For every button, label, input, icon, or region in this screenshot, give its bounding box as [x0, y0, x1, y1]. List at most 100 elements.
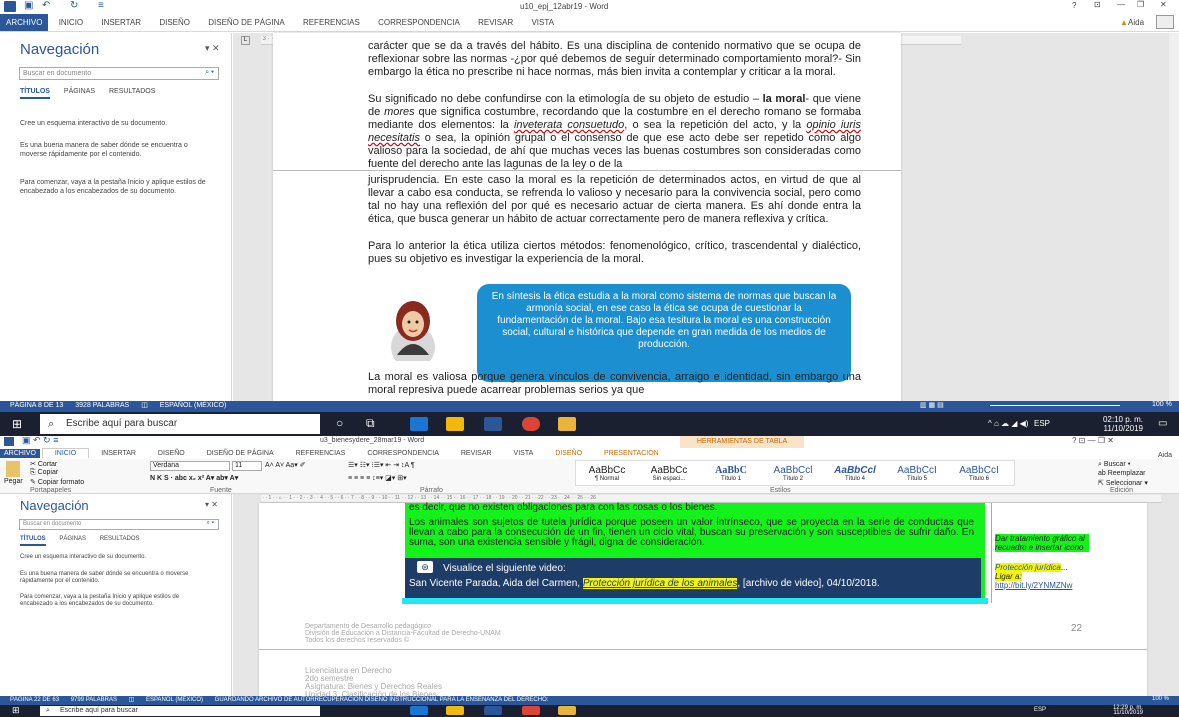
- tab-resultados[interactable]: RESULTADOS: [100, 536, 140, 542]
- word-count[interactable]: 3928 PALABRAS: [75, 402, 129, 409]
- paste-button[interactable]: Pegar: [4, 478, 23, 485]
- nav-search-input[interactable]: Buscar en documento ⌕ ▾: [19, 67, 219, 80]
- style-titulo-1[interactable]: AaBbC Título 1: [700, 465, 762, 482]
- font-name-select[interactable]: Verdana: [150, 461, 230, 471]
- edge-icon[interactable]: [410, 417, 428, 431]
- word-count[interactable]: 9799 PALABRAS: [71, 697, 117, 703]
- language-status[interactable]: ESPAÑOL (MÉXICO): [146, 697, 203, 703]
- read-mode-icon[interactable]: ▥ ▦ ▤: [920, 401, 944, 409]
- nav-search-input[interactable]: Buscar en documento ⌕ ▾: [19, 519, 219, 530]
- tab-table-diseno[interactable]: DISEÑO: [545, 449, 592, 458]
- vertical-scrollbar[interactable]: [1169, 33, 1179, 401]
- explorer-icon[interactable]: [558, 706, 576, 715]
- minimize-icon[interactable]: —: [1117, 0, 1125, 9]
- tab-archivo[interactable]: ARCHIVO: [0, 449, 40, 458]
- save-icon[interactable]: ▣ ↶ ↻ ≡: [22, 436, 58, 446]
- tab-correspondencia[interactable]: CORRESPONDENCIA: [370, 14, 468, 31]
- search-icon[interactable]: ⌕ ▾: [205, 69, 214, 77]
- find-button[interactable]: ⌕ Buscar ▾: [1098, 461, 1131, 469]
- edge-icon[interactable]: [410, 706, 428, 715]
- font-format-buttons[interactable]: N K S · abc x₂ x² A▾ ab▾ A▾: [150, 474, 238, 482]
- tab-resultados[interactable]: RESULTADOS: [109, 88, 155, 95]
- tab-diseno-pagina[interactable]: DISEÑO DE PÁGINA: [200, 14, 292, 31]
- chrome-icon[interactable]: [522, 706, 540, 715]
- word-taskbar-icon[interactable]: [484, 706, 502, 715]
- taskbar-search-input[interactable]: ⌕ Escribe aquí para buscar: [40, 414, 320, 434]
- clock[interactable]: 02:10 p. m. 11/10/2019: [1103, 415, 1143, 433]
- zoom-level[interactable]: 100 %: [1152, 696, 1169, 702]
- tab-selector-icon[interactable]: L: [241, 36, 250, 45]
- note-url[interactable]: http://bit.ly/2YNMZNw: [995, 581, 1072, 590]
- ribbon-display-icon[interactable]: ⊡: [1094, 0, 1101, 9]
- language-status[interactable]: ESPAÑOL (MÉXICO): [160, 402, 227, 409]
- system-tray-icons[interactable]: ^ ⌂ ☁ ◢ ◀): [988, 419, 1028, 428]
- store-icon[interactable]: [446, 417, 464, 431]
- notifications-icon[interactable]: ▭: [1158, 418, 1167, 429]
- tab-paginas[interactable]: PÁGINAS: [59, 536, 86, 542]
- store-icon[interactable]: [446, 706, 464, 715]
- document-page[interactable]: carácter que se da a través del hábito. …: [273, 33, 901, 401]
- chrome-icon[interactable]: [522, 417, 540, 431]
- help-icon[interactable]: ?: [1072, 1, 1076, 10]
- page-count[interactable]: PÁGINA 8 DE 13: [10, 402, 63, 409]
- zoom-slider[interactable]: [990, 405, 1120, 406]
- tab-referencias[interactable]: REFERENCIAS: [286, 449, 356, 458]
- tab-titulos[interactable]: TÍTULOS: [20, 536, 46, 546]
- redo-icon[interactable]: ↻: [70, 0, 78, 11]
- input-language[interactable]: ESP: [1034, 707, 1046, 713]
- cortana-icon[interactable]: ○: [336, 416, 343, 430]
- proofing-icon[interactable]: ◫: [129, 697, 135, 703]
- align-buttons[interactable]: ≡ ≡ ≡ ≡ ↕≡▾ ◪▾ ⊞▾: [348, 474, 407, 482]
- list-buttons[interactable]: ☰▾ ☷▾ ⁝☰▾ ⇤ ⇥ ↕A ¶: [348, 461, 415, 469]
- tab-archivo[interactable]: ARCHIVO: [0, 14, 49, 31]
- font-size-select[interactable]: 11: [232, 461, 262, 471]
- cut-button[interactable]: ✂ Cortar: [30, 460, 57, 468]
- paste-icon[interactable]: [6, 461, 20, 477]
- styles-gallery[interactable]: AaBbCc ¶ Normal AaBbCc Sin espaci... AaBbC…: [575, 460, 1015, 486]
- save-icon[interactable]: ▣: [24, 0, 33, 11]
- undo-icon[interactable]: ↶: [42, 0, 50, 11]
- tab-insertar[interactable]: INSERTAR: [91, 449, 146, 458]
- style-normal[interactable]: AaBbCc ¶ Normal: [576, 465, 638, 482]
- task-view-icon[interactable]: ⧉: [366, 416, 375, 431]
- windows-start-icon[interactable]: ⊞: [12, 705, 20, 716]
- input-language[interactable]: ESP: [1034, 419, 1050, 428]
- tab-correspondencia[interactable]: CORRESPONDENCIA: [357, 449, 449, 458]
- video-link[interactable]: Protección jurídica de los animales: [582, 578, 738, 589]
- style-titulo-6[interactable]: AaBbCcI Título 6: [948, 465, 1010, 482]
- avatar[interactable]: [1156, 15, 1174, 29]
- tab-diseno-pagina[interactable]: DISEÑO DE PÁGINA: [197, 449, 284, 458]
- tab-inicio[interactable]: INICIO: [41, 448, 90, 458]
- tab-referencias[interactable]: REFERENCIAS: [295, 14, 368, 31]
- tab-vista[interactable]: VISTA: [523, 14, 562, 31]
- zoom-level[interactable]: 100 %: [1152, 401, 1172, 408]
- tab-inicio[interactable]: INICIO: [51, 14, 91, 31]
- replace-button[interactable]: ab Reemplazar: [1098, 470, 1145, 477]
- page-count[interactable]: PÁGINA 22 DE 63: [10, 697, 59, 703]
- clock[interactable]: 12:29 p. m. 11/10/2019: [1113, 705, 1143, 716]
- close-icon[interactable]: ✕: [1160, 0, 1167, 9]
- nav-options-icon[interactable]: ▾ ✕: [205, 500, 218, 509]
- copy-button[interactable]: ⎘ Copiar: [30, 469, 58, 477]
- user-name[interactable]: Aida: [1120, 14, 1152, 31]
- format-painter-button[interactable]: ✎ Copiar formato: [30, 478, 84, 486]
- tab-presentacion[interactable]: PRESENTACIÓN: [594, 449, 669, 458]
- maximize-icon[interactable]: ❐: [1137, 0, 1144, 9]
- tab-paginas[interactable]: PÁGINAS: [64, 88, 95, 95]
- select-button[interactable]: ⇱ Seleccionar ▾: [1098, 479, 1148, 487]
- style-titulo-2[interactable]: AaBbCcl Título 2: [762, 465, 824, 482]
- tab-diseno[interactable]: DISEÑO: [148, 449, 195, 458]
- tab-revisar[interactable]: REVISAR: [451, 449, 502, 458]
- word-taskbar-icon[interactable]: [484, 417, 502, 431]
- search-icon[interactable]: ⌕ ▾: [206, 520, 214, 527]
- tab-insertar[interactable]: INSERTAR: [93, 14, 149, 31]
- proofing-icon[interactable]: ◫: [141, 402, 148, 409]
- grow-shrink-font-icon[interactable]: A˄ A˅ Aa▾ ✐: [265, 461, 306, 469]
- explorer-icon[interactable]: [558, 417, 576, 431]
- taskbar-search-input[interactable]: ⌕ Escribe aquí para buscar: [40, 706, 320, 716]
- nav-options-icon[interactable]: ▾ ✕: [205, 43, 220, 54]
- windows-start-icon[interactable]: ⊞: [12, 417, 22, 431]
- tab-revisar[interactable]: REVISAR: [470, 14, 521, 31]
- style-titulo-5[interactable]: AaBbCcI Título 5: [886, 465, 948, 482]
- window-controls-icon[interactable]: ? ⊡ — ❐ ✕: [1072, 436, 1114, 445]
